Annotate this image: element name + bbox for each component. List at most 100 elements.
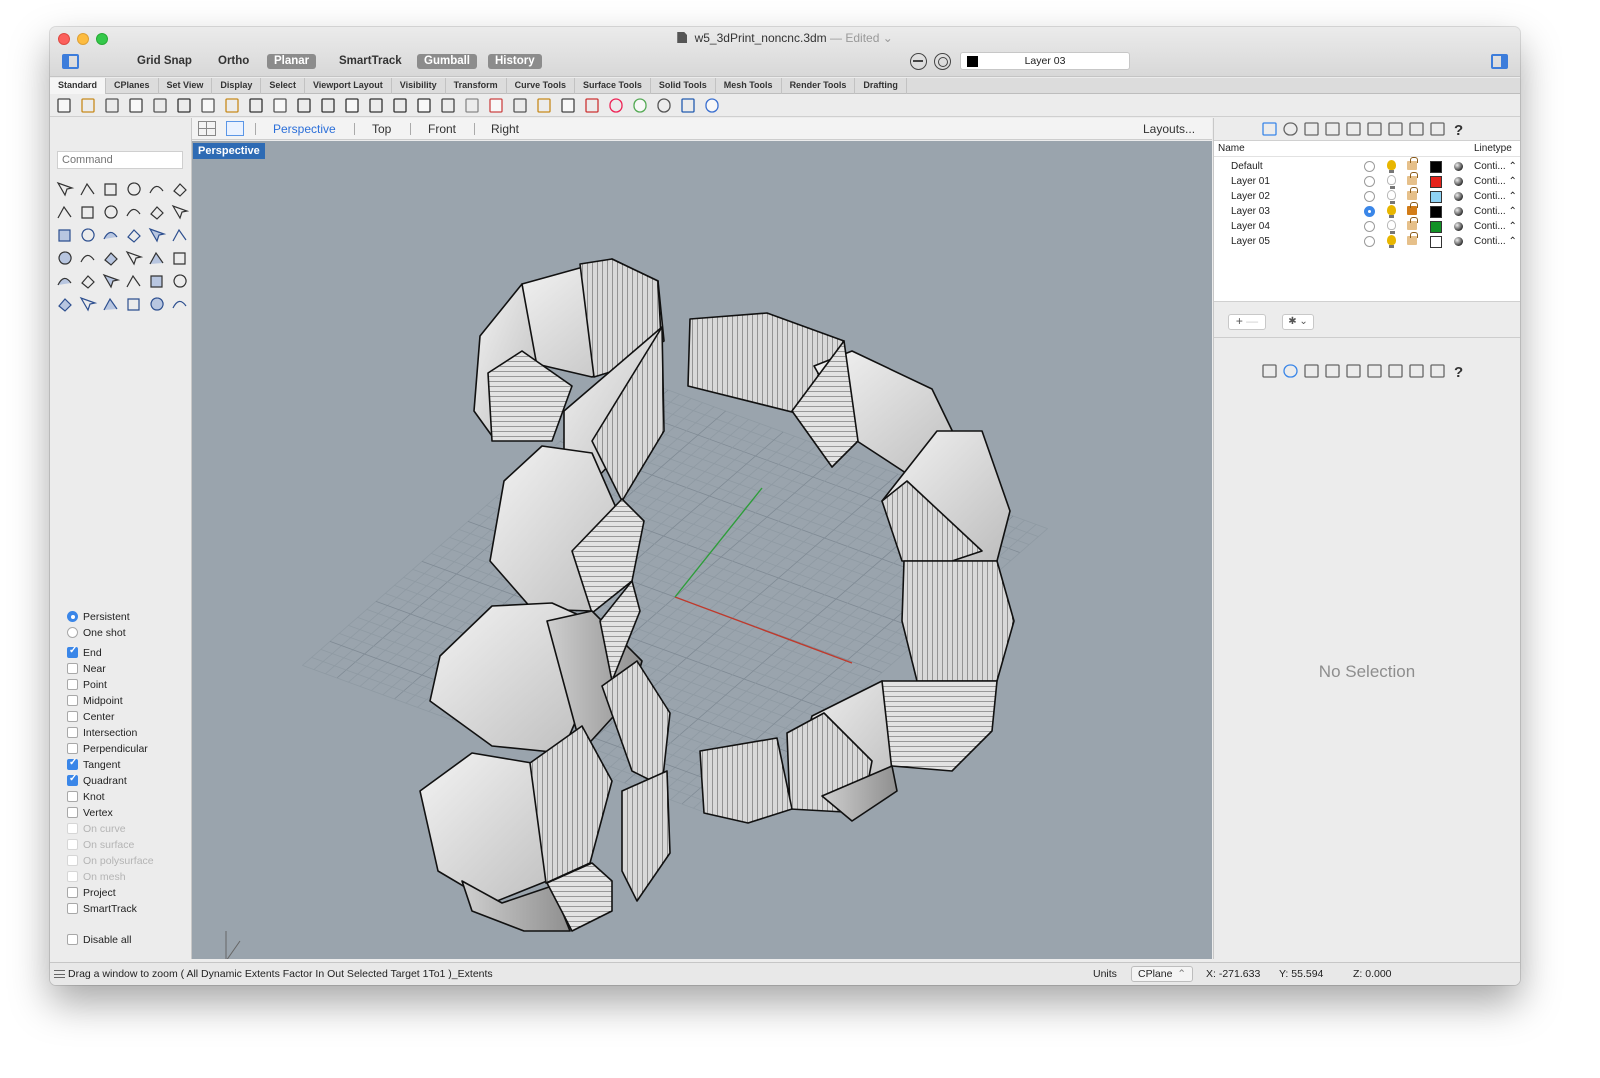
tool-button-icon[interactable] [80,182,95,196]
properties-icon[interactable] [1388,364,1403,378]
sphere-icon[interactable] [657,98,671,113]
lock-icon[interactable] [561,98,575,113]
osnap-project[interactable]: Project [67,887,116,903]
tab-right[interactable]: Right [491,122,519,136]
tool-button-icon[interactable] [57,205,72,219]
save-icon[interactable] [105,98,119,113]
tab-surface-tools[interactable]: Surface Tools [575,78,651,94]
material-icon[interactable] [1454,177,1463,186]
tab-visibility[interactable]: Visibility [392,78,446,94]
object-icon[interactable] [1325,364,1340,378]
ortho-toggle[interactable]: Ortho [211,54,256,69]
tool-button-icon[interactable] [79,296,98,312]
layer-row[interactable]: Layer 05 Conti... ⌃ [1214,232,1520,250]
tab-solid-tools[interactable]: Solid Tools [651,78,716,94]
light-bulb-icon[interactable] [1387,175,1396,189]
osnap-toggle-icon[interactable] [910,53,927,70]
print-icon[interactable] [129,98,143,113]
layer-color-swatch[interactable] [1430,206,1442,218]
tool-button-icon[interactable] [150,206,164,220]
edited-indicator[interactable]: — Edited ⌄ [830,31,893,45]
render-icon[interactable] [633,98,647,113]
light-bulb-icon[interactable] [1387,205,1396,218]
show-icon[interactable] [513,98,527,113]
tool-button-icon[interactable] [150,275,163,288]
single-viewport-layout-icon[interactable] [226,121,244,136]
viewport-title[interactable]: Perspective [193,143,265,159]
tab-transform[interactable]: Transform [446,78,507,94]
monitor-icon[interactable] [1430,364,1445,378]
tool-button-icon[interactable] [104,183,117,196]
tool-button-icon[interactable] [56,181,75,197]
disable-all-checkbox[interactable]: Disable all [67,934,131,950]
osnap-perpendicular[interactable]: Perpendicular [67,743,148,759]
light-icon[interactable] [1367,364,1382,378]
layer-name[interactable]: Default [1231,161,1263,172]
osnap-intersection[interactable]: Intersection [67,727,137,743]
material-icon[interactable] [1454,207,1463,216]
tool-button-icon[interactable] [104,205,118,219]
light-bulb-icon[interactable] [1387,160,1396,173]
tool-button-icon[interactable] [127,298,140,311]
layer-name[interactable]: Layer 04 [1231,221,1270,232]
window-icon[interactable] [1409,364,1424,378]
tab-curve-tools[interactable]: Curve Tools [507,78,576,94]
gumball-toggle[interactable]: Gumball [417,54,478,69]
layer-row[interactable]: Layer 01 Conti... ⌃ [1214,172,1520,190]
lock-icon[interactable] [1407,232,1418,245]
help-icon[interactable]: ? [1454,122,1463,139]
current-layer-radio[interactable] [1364,191,1375,202]
layer-color-swatch[interactable] [1430,161,1442,173]
tab-perspective[interactable]: Perspective [273,122,336,136]
display-icon[interactable] [1283,364,1298,378]
monitor-icon[interactable] [1430,122,1445,136]
display-icon[interactable] [1283,122,1298,136]
tool-button-icon[interactable] [127,229,141,243]
camera-icon[interactable] [1346,364,1361,378]
layer-row[interactable]: Layer 02 Conti... ⌃ [1214,187,1520,205]
tool-button-icon[interactable] [173,183,187,197]
tab-top[interactable]: Top [372,122,391,136]
lock-icon[interactable] [1407,202,1418,215]
add-layer-button[interactable]: + [1236,314,1243,328]
layer-color-swatch[interactable] [1430,221,1442,233]
linetype-dropdown[interactable]: Conti... ⌃ [1474,206,1517,217]
layer-name[interactable]: Layer 03 [1231,206,1270,217]
osnap-point[interactable]: Point [67,679,107,695]
linetype-dropdown[interactable]: Conti... ⌃ [1474,176,1517,187]
remove-layer-button[interactable]: — [1246,314,1258,328]
current-layer-radio[interactable] [1364,236,1375,247]
paste-icon[interactable] [225,98,239,113]
light-icon[interactable] [537,98,551,113]
linetype-dropdown[interactable]: Conti... ⌃ [1474,161,1517,172]
four-viewport-layout-icon[interactable] [198,121,216,136]
layouts-button[interactable]: Layouts... [1143,122,1195,136]
color-wheel-icon[interactable] [609,98,623,113]
tool-button-icon[interactable] [102,273,121,289]
column-name[interactable]: Name [1218,143,1245,154]
perspective-viewport[interactable]: Perspective [192,141,1212,959]
select-icon[interactable] [585,98,599,113]
tab-select[interactable]: Select [261,78,305,94]
tool-button-icon[interactable] [172,228,187,242]
tool-button-icon[interactable] [58,298,72,312]
osnap-smarttrack[interactable]: SmartTrack [67,903,137,919]
column-linetype[interactable]: Linetype [1474,143,1512,154]
undo-icon[interactable] [249,98,263,113]
layer-name[interactable]: Layer 05 [1231,236,1270,247]
tab-standard[interactable]: Standard [50,78,107,94]
tab-drafting[interactable]: Drafting [855,78,907,94]
tool-button-icon[interactable] [81,228,95,242]
viewport-canvas[interactable] [192,141,1212,959]
left-sidebar-toggle-icon[interactable] [62,54,79,69]
cplane-dropdown[interactable]: CPlane ⌃ [1131,966,1193,982]
tool-button-icon[interactable] [103,297,118,311]
import-icon[interactable] [153,98,167,113]
layer-name[interactable]: Layer 01 [1231,176,1270,187]
material-icon[interactable] [1454,162,1463,171]
rotate-view-icon[interactable] [297,98,311,113]
layer-color-swatch[interactable] [1430,176,1442,188]
current-layer-radio[interactable] [1364,206,1375,217]
light-icon[interactable] [1367,122,1382,136]
camera-icon[interactable] [1346,122,1361,136]
